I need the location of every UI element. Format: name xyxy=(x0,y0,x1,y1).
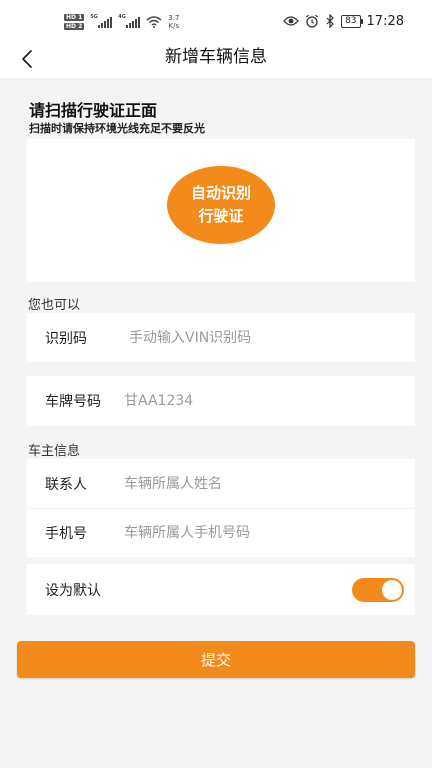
page-title: 新增车辆信息 xyxy=(165,47,267,67)
bluetooth-icon xyxy=(326,14,334,28)
alt-section-label: 您也可以 xyxy=(28,298,81,313)
vin-row: 识别码 xyxy=(27,313,415,362)
auto-recognize-button[interactable]: 自动识别 行驶证 xyxy=(167,166,275,244)
chevron-left-icon xyxy=(22,50,32,68)
eye-icon xyxy=(283,16,299,26)
net-5g-label: 5G xyxy=(90,14,98,20)
network-speed: 3.7 K/s xyxy=(168,14,179,30)
net-4g-label: 4G xyxy=(118,14,126,20)
default-toggle[interactable] xyxy=(352,578,404,602)
status-left: HD 1 HD 2 5G 4G 3.7 K/s xyxy=(64,11,179,33)
alarm-icon xyxy=(306,14,318,28)
clock: 17:28 xyxy=(366,13,404,29)
toggle-knob xyxy=(382,580,402,600)
back-button[interactable] xyxy=(12,44,42,74)
hd-indicators: HD 1 HD 2 xyxy=(64,14,85,30)
phone-input[interactable] xyxy=(124,521,399,545)
hd2-badge: HD 2 xyxy=(64,23,85,30)
status-right: 83 17:28 xyxy=(283,12,404,30)
default-label: 设为默认 xyxy=(45,582,101,599)
phone-row: 手机号 xyxy=(27,509,415,557)
speed-unit: K/s xyxy=(168,22,180,30)
scan-card: 请扫描行驶证正面 扫描时请保持环境光线充足不要反光 自动识别 行驶证 xyxy=(27,97,415,282)
scan-tip: 扫描时请保持环境光线充足不要反光 xyxy=(29,122,205,135)
plate-label: 车牌号码 xyxy=(45,394,101,410)
scan-header: 请扫描行驶证正面 扫描时请保持环境光线充足不要反光 xyxy=(27,97,415,139)
default-row: 设为默认 xyxy=(27,564,415,615)
signal-4g-icon: 4G xyxy=(118,14,141,28)
contact-input[interactable] xyxy=(124,471,399,496)
signal-5g-icon: 5G xyxy=(90,14,113,28)
plate-row: 车牌号码 xyxy=(27,376,415,426)
vin-label: 识别码 xyxy=(45,330,87,347)
wifi-icon xyxy=(146,16,162,28)
plate-input[interactable] xyxy=(124,389,399,413)
nav-bar: 新增车辆信息 xyxy=(0,40,432,78)
phone-label: 手机号 xyxy=(45,526,87,542)
scan-title: 请扫描行驶证正面 xyxy=(29,101,158,120)
vin-input[interactable] xyxy=(129,325,399,350)
battery-indicator: 83 xyxy=(341,14,364,28)
submit-button[interactable]: 提交 xyxy=(17,641,415,678)
contact-label: 联系人 xyxy=(45,476,87,493)
owner-section-label: 车主信息 xyxy=(28,444,81,459)
hd1-badge: HD 1 xyxy=(64,14,85,21)
auto-recognize-line1: 自动识别 xyxy=(190,184,251,202)
contact-row: 联系人 xyxy=(27,459,415,508)
status-bar: HD 1 HD 2 5G 4G 3.7 K/s 83 17:28 xyxy=(0,0,432,40)
auto-recognize-line2: 行驶证 xyxy=(198,207,244,225)
speed-value: 3.7 xyxy=(168,14,180,22)
